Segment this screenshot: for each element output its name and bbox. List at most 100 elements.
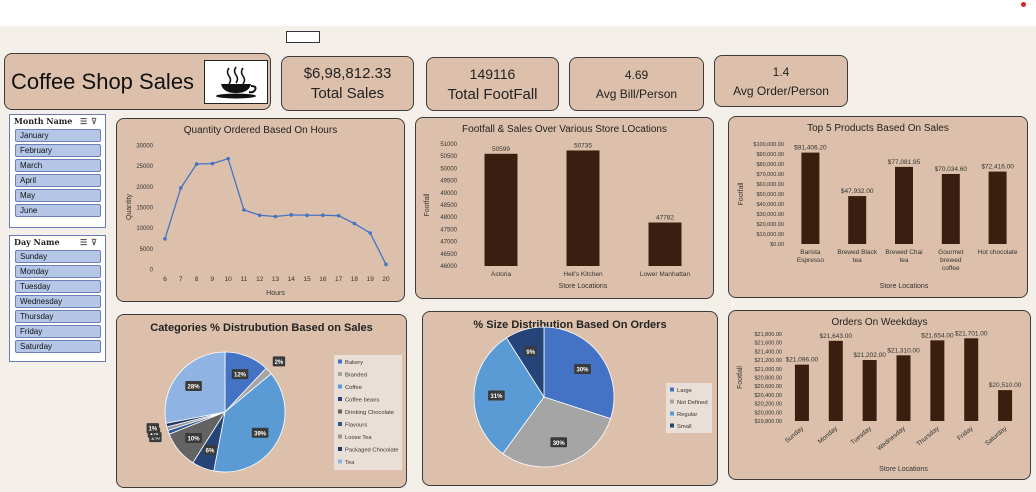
legend-entry: Branded [345,373,367,379]
y-tick-label: $21,600.00 [754,341,782,347]
y-tick-label: 49000 [440,191,457,197]
bar [828,340,843,421]
bar [964,338,979,421]
x-axis-label: Store Locations [559,283,608,290]
kpi-footfall-label: Total FootFall [447,85,538,103]
slicer-item-may[interactable]: May [15,189,101,202]
legend-entry: Flavours [345,423,367,429]
slicer-item-april[interactable]: April [15,174,101,187]
page-title: Coffee Shop Sales [11,68,195,94]
x-tick-label: Espresso [797,257,824,264]
data-label: 47782 [656,215,674,222]
x-tick-label: tea [899,257,908,264]
data-point [305,213,309,218]
data-label: 9% [526,350,535,356]
data-label: 39% [254,431,267,437]
bar [848,196,867,244]
data-point [273,214,278,219]
legend-swatch [338,384,342,389]
y-tick-label: $20,000.00 [754,410,782,416]
data-label: $21,310.00 [887,347,920,354]
x-tick-label: 6 [163,276,167,283]
kpi-avg-bill-value: 4.69 [624,67,649,82]
data-label: 12% [234,373,247,379]
legend-entry: Coffee [345,385,362,391]
bar [941,173,960,244]
slicer-item-wednesday[interactable]: Wednesday [15,295,101,308]
y-tick-label: 50000 [440,166,457,172]
data-label: $21,096.00 [786,357,819,364]
kpi-avg-bill: 4.69 Avg Bill/Person [569,57,704,111]
slicer-item-february[interactable]: February [15,144,101,157]
legend-entry: Regular [677,412,697,418]
x-tick-label: 13 [272,276,280,283]
series-line [164,157,387,265]
x-tick-label: Monday [817,425,840,446]
legend-entry: Large [677,388,692,394]
y-tick-label: 47500 [440,227,457,233]
kpi-avg-order-value: 1.4 [772,64,790,79]
y-tick-label: $20,200.00 [754,402,782,408]
x-tick-label: Saturday [984,425,1009,448]
data-label: $91,406.20 [794,145,827,152]
slicer-item-tuesday[interactable]: Tuesday [15,280,101,293]
y-tick-label: $21,800.00 [754,332,782,338]
products-chart-card: Top 5 Products Based On Sales $0.00 $10,0… [728,116,1028,298]
data-label: $21,643.00 [820,333,853,340]
legend-entry: Not Defined [677,400,708,406]
y-axis-label: Quantity [126,193,133,220]
y-tick-label: 47000 [440,240,457,246]
slicer-item-january[interactable]: January [15,129,101,142]
weekdays-bar-chart: $19,800.00 $20,000.00 $20,200.00 $20,400.00… [737,330,1022,473]
legend-entry: Coffee beans [345,398,379,404]
y-tick-label: 10000 [136,226,153,232]
legend-entry: Tea [345,460,355,466]
data-point [178,186,183,190]
filter-clear-icon[interactable]: ☰⊽ [80,237,101,247]
y-tick-label: 48000 [440,215,457,221]
day-slicer: Day Name ☰⊽ Sunday Monday Tuesday Wednesday… [9,235,106,362]
x-tick-label: 16 [319,276,327,283]
bar [648,222,682,266]
data-label: $47,932.00 [841,188,874,195]
y-tick-label: $20,400.00 [754,393,782,399]
coffee-cup-icon [204,59,269,104]
month-slicer-header: Month Name ☰⊽ [10,115,105,127]
x-tick-label: 18 [351,276,359,283]
slicer-item-june[interactable]: June [15,204,101,217]
x-tick-label: 17 [335,276,343,283]
slicer-item-friday[interactable]: Friday [15,325,101,338]
y-axis-label: Footfall [738,182,745,205]
bar [988,171,1007,244]
legend-entry: Drinking Chocolate [345,410,394,416]
bar [484,153,518,266]
sizes-pie-chart: 30% 30% 31% 9% Large Not Defined Regular Small [473,326,712,468]
slicer-item-saturday[interactable]: Saturday [15,340,101,353]
kpi-avg-order-label: Avg Order/Person [733,83,829,98]
legend-entry: Bakery [345,360,363,366]
y-tick-label: $50,000.00 [756,192,784,198]
data-label: $21,202.00 [853,352,886,359]
x-tick-label: 7 [179,276,183,283]
y-tick-label: $40,000.00 [756,202,784,208]
weekdays-chart-card: Orders On Weekdays $19,800.00 $20,000.00 $… [728,310,1031,480]
data-point [289,213,294,217]
data-label: $70,034.60 [935,166,968,173]
data-label: $72,416.00 [981,164,1014,171]
filter-clear-icon[interactable]: ☰⊽ [80,116,101,126]
legend-swatch [670,411,674,416]
y-tick-label: $30,000.00 [756,212,784,218]
x-tick-label: 9 [211,276,215,283]
bar [930,340,945,421]
data-label: 50599 [492,146,510,153]
bar [998,390,1013,421]
y-tick-label: 49500 [440,179,457,185]
x-axis-label: Hours [266,290,285,297]
legend-swatch [338,359,342,364]
x-axis-label: Store Locations [880,283,929,290]
slicer-item-sunday[interactable]: Sunday [15,250,101,263]
slicer-item-monday[interactable]: Monday [15,265,101,278]
slicer-item-march[interactable]: March [15,159,101,172]
selection-box[interactable] [286,31,320,43]
slicer-item-thursday[interactable]: Thursday [15,310,101,323]
